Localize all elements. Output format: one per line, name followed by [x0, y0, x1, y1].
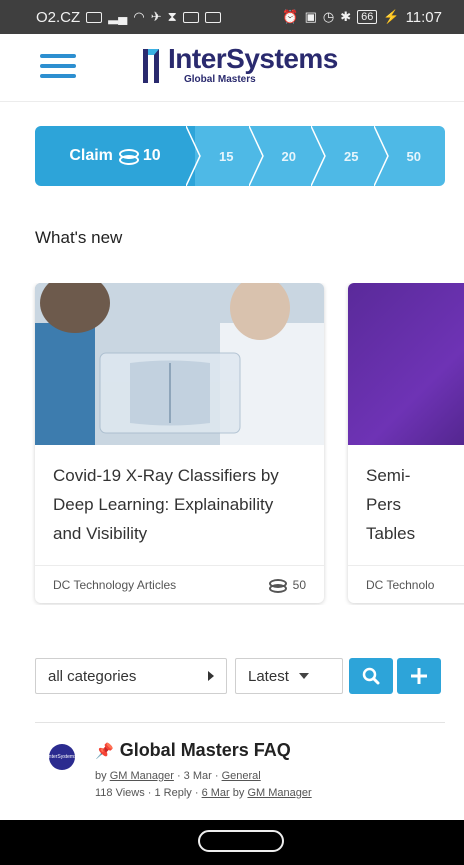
claim-button[interactable]: Claim 10	[35, 126, 201, 186]
chevron-divider-icon	[186, 126, 201, 186]
last-date-link[interactable]: 6 Mar	[202, 787, 230, 799]
nfc-icon: ▣	[304, 9, 317, 24]
claim-stepper: Claim 10 15 20 25 50	[35, 126, 445, 186]
xray-illustration	[35, 283, 324, 445]
coins-icon	[118, 149, 139, 165]
bluetooth-icon: ✱	[340, 9, 352, 24]
menu-icon[interactable]	[40, 54, 76, 80]
points-value: 50	[292, 577, 306, 592]
claim-label: Claim	[69, 147, 113, 164]
topic-row[interactable]: InterSystems 📌 Global Masters FAQ by GM …	[35, 738, 445, 808]
mail-icon	[182, 11, 199, 23]
article-footer: DC Technolo	[348, 565, 464, 603]
carrier-label: O2.CZ	[36, 8, 81, 26]
topic-stats: 118 Views · 1 Reply ·	[95, 787, 199, 799]
status-bar: O2.CZ ▂▄ ◠ ✈ ⧗ ⏰ ▣ ◷ ✱ 66 ⚡ 11:07	[0, 0, 464, 34]
category-value: all categories	[48, 667, 137, 685]
plus-icon	[411, 668, 427, 684]
category-select[interactable]: all categories	[35, 658, 227, 694]
home-button[interactable]	[198, 830, 284, 852]
notification-icon	[86, 11, 103, 23]
article-title: Semi-Pers Tables	[366, 466, 416, 543]
logo[interactable]: InterSystems Global Masters	[140, 44, 338, 86]
chevron-divider-icon	[248, 126, 264, 186]
logo-subtitle: Global Masters	[184, 74, 256, 85]
pin-icon: 📌	[95, 742, 114, 760]
article-category[interactable]: DC Technolo	[366, 578, 434, 592]
coins-icon	[268, 578, 287, 593]
category-link[interactable]: General	[222, 770, 261, 782]
wifi-icon: ◠	[133, 9, 145, 24]
filter-bar: all categories Latest	[35, 658, 445, 694]
search-button[interactable]	[349, 658, 393, 694]
airplane-icon: ✈	[150, 9, 162, 24]
charging-icon: ⚡	[383, 9, 400, 24]
whats-new-title: What's new	[35, 228, 123, 247]
divider	[35, 722, 445, 723]
article-card[interactable]: Semi-Pers Tables DC Technolo	[348, 283, 464, 603]
article-points: 50	[268, 577, 306, 593]
app-header: InterSystems Global Masters	[0, 34, 464, 102]
logo-mark-icon	[143, 49, 159, 83]
step-label: 20	[281, 148, 296, 164]
topic-meta: by GM Manager · 3 Mar · General 118 View…	[95, 768, 312, 802]
caret-down-icon	[298, 673, 309, 679]
sort-value: Latest	[248, 667, 289, 685]
article-title: Covid-19 X-Ray Classifiers by Deep Learn…	[53, 466, 279, 543]
step-25: 25	[320, 126, 389, 186]
step-50: 50	[382, 126, 445, 186]
topic-title-text: Global Masters FAQ	[119, 740, 291, 760]
by-prefix: by	[95, 770, 107, 782]
search-icon	[362, 667, 380, 685]
claim-points: 10	[142, 147, 161, 164]
article-category[interactable]: DC Technology Articles	[53, 578, 176, 592]
caret-right-icon	[208, 671, 214, 681]
battery-icon: 66	[357, 10, 378, 24]
system-nav-bar	[0, 820, 464, 865]
last-author-link[interactable]: GM Manager	[247, 787, 311, 799]
whats-new-carousel[interactable]: Covid-19 X-Ray Classifiers by Deep Learn…	[0, 283, 464, 605]
avatar[interactable]: InterSystems	[47, 744, 77, 770]
step-label: 15	[219, 148, 234, 164]
article-image	[35, 283, 324, 445]
signal-icon: ▂▄	[108, 9, 128, 24]
step-15: 15	[195, 126, 264, 186]
step-20: 20	[257, 126, 326, 186]
sort-select[interactable]: Latest	[235, 658, 343, 694]
clock-icon: ◷	[322, 9, 335, 24]
calendar-icon	[204, 11, 221, 23]
clock-time: 11:07	[405, 8, 442, 26]
hourglass-icon: ⧗	[167, 9, 177, 24]
step-label: 25	[344, 148, 359, 164]
article-image	[348, 283, 464, 445]
author-link[interactable]: GM Manager	[110, 770, 174, 782]
article-card[interactable]: Covid-19 X-Ray Classifiers by Deep Learn…	[35, 283, 324, 603]
alarm-icon: ⏰	[282, 9, 299, 24]
chevron-divider-icon	[311, 126, 326, 186]
logo-name: InterSystems	[168, 43, 338, 74]
last-by-prefix: by	[232, 787, 245, 799]
add-topic-button[interactable]	[397, 658, 441, 694]
chevron-divider-icon	[373, 126, 389, 186]
step-label: 50	[406, 148, 421, 164]
article-footer: DC Technology Articles 50	[35, 565, 324, 603]
topic-title[interactable]: 📌 Global Masters FAQ	[95, 740, 291, 761]
topic-date: · 3 Mar ·	[176, 770, 219, 782]
